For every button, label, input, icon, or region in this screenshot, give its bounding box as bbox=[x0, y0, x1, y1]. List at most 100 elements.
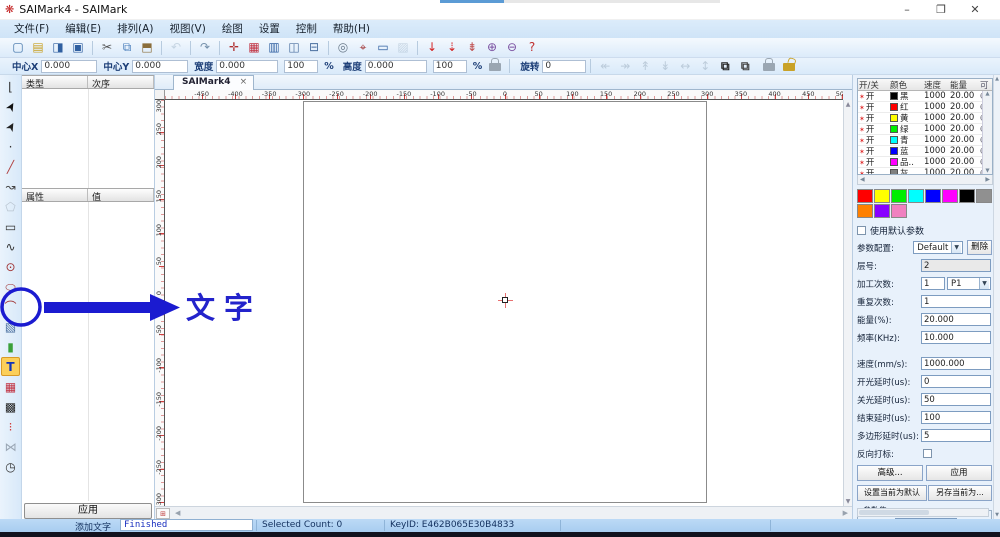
property-list[interactable] bbox=[22, 202, 154, 501]
frame-preview-icon[interactable]: ▭ bbox=[374, 39, 392, 56]
chevron-down-icon[interactable]: ▼ bbox=[951, 242, 961, 253]
scroll-right-icon[interactable]: ▶ bbox=[843, 509, 848, 517]
layer-color[interactable]: 红 bbox=[890, 102, 924, 113]
node-tool[interactable]: ⌊ bbox=[1, 77, 20, 96]
laser-off-delay-input[interactable] bbox=[921, 393, 991, 406]
table-row[interactable]: ✶开青100020.00◉ bbox=[858, 135, 992, 146]
palette-swatch[interactable] bbox=[976, 189, 992, 203]
menu-file[interactable]: 文件(F) bbox=[6, 20, 57, 38]
chevron-down-icon[interactable]: ▼ bbox=[979, 278, 989, 289]
minimize-button[interactable]: – bbox=[890, 0, 924, 20]
red-pointer-icon[interactable]: ⇟ bbox=[463, 39, 481, 56]
param-profile-select[interactable]: Default▼ bbox=[913, 241, 963, 254]
canvas-vertical-scrollbar[interactable]: ▲ ▼ bbox=[843, 100, 852, 506]
layer-color[interactable]: 蓝 bbox=[890, 146, 924, 157]
qrcode-tool[interactable]: ▩ bbox=[1, 397, 20, 416]
ellipse-tool[interactable]: ⬭ bbox=[1, 277, 20, 296]
save-as-button[interactable]: 另存当前为... bbox=[928, 485, 992, 501]
column-header[interactable]: 开/关 bbox=[858, 79, 890, 91]
polygon-delay-input[interactable] bbox=[921, 429, 991, 442]
repeat-count-input[interactable] bbox=[921, 295, 991, 308]
save-file-icon[interactable]: ◨ bbox=[49, 39, 67, 56]
column-header[interactable]: 可 bbox=[980, 79, 992, 91]
table-row[interactable]: ✶开红100020.00◉ bbox=[858, 102, 992, 113]
palette-swatch[interactable] bbox=[942, 189, 958, 203]
group-icon[interactable]: ⧉ bbox=[716, 58, 734, 75]
speed-mms-input[interactable] bbox=[921, 357, 991, 370]
restore-button[interactable]: ❐ bbox=[924, 0, 958, 20]
curve-tool[interactable]: ∿ bbox=[1, 237, 20, 256]
zoom-object-icon[interactable]: ◎ bbox=[334, 39, 352, 56]
aspect-lock-icon[interactable] bbox=[489, 63, 501, 71]
apply-button[interactable]: 应用 bbox=[926, 465, 992, 481]
param-profile-delete-button[interactable]: 删除 bbox=[967, 240, 992, 255]
scroll-up-icon[interactable]: ▲ bbox=[844, 101, 852, 108]
palette-swatch[interactable] bbox=[925, 189, 941, 203]
palette-swatch[interactable] bbox=[857, 189, 873, 203]
arc-tool[interactable]: ⌒ bbox=[1, 297, 20, 316]
layer-state[interactable]: ✶开 bbox=[858, 113, 890, 124]
palette-swatch[interactable] bbox=[959, 189, 975, 203]
reverse-mark-checkbox[interactable] bbox=[923, 449, 932, 458]
set-default-button[interactable]: 设置当前为默认 bbox=[857, 485, 927, 501]
barcode-tool[interactable]: ▮ bbox=[1, 337, 20, 356]
document-tab[interactable]: SAIMark4 × bbox=[173, 75, 254, 90]
scroll-up-icon[interactable]: ▲ bbox=[994, 76, 1000, 82]
rectangle-tool[interactable]: ▭ bbox=[1, 217, 20, 236]
canvas-horizontal-scrollbar[interactable]: ⊞ ◀ ▶ bbox=[155, 506, 852, 519]
layer-state[interactable]: ✶开 bbox=[858, 91, 890, 102]
tab-close-icon[interactable]: × bbox=[240, 77, 248, 87]
save-all-icon[interactable]: ▣ bbox=[69, 39, 87, 56]
ungroup-icon[interactable]: ⧉ bbox=[736, 58, 754, 75]
panel-vertical-scrollbar[interactable]: ▲ ▼ bbox=[993, 75, 1000, 519]
open-file-icon[interactable]: ▤ bbox=[29, 39, 47, 56]
table-row[interactable]: ✶开灰100020.00◉ bbox=[858, 168, 992, 175]
layer-color[interactable]: 绿 bbox=[890, 124, 924, 135]
ruler-settings-icon[interactable]: ⊞ bbox=[156, 508, 170, 519]
hatch-tool[interactable]: ▦ bbox=[1, 377, 20, 396]
column-header[interactable]: 速度 bbox=[924, 79, 950, 91]
menu-arrange[interactable]: 排列(A) bbox=[109, 20, 161, 38]
line-tool[interactable]: ╱ bbox=[1, 157, 20, 176]
layer-color[interactable]: 品.. bbox=[890, 157, 924, 168]
circle-tool[interactable]: ⊙ bbox=[1, 257, 20, 276]
column-header[interactable]: 能量 bbox=[950, 79, 980, 91]
table-row[interactable]: ✶开品..100020.00◉ bbox=[858, 157, 992, 168]
mark-param-icon[interactable]: ⇣ bbox=[443, 39, 461, 56]
array-copy-icon[interactable]: ▦ bbox=[245, 39, 263, 56]
table-row[interactable]: ✶开蓝100020.00◉ bbox=[858, 146, 992, 157]
menu-view[interactable]: 视图(V) bbox=[161, 20, 213, 38]
palette-swatch[interactable] bbox=[874, 189, 890, 203]
palette-swatch[interactable] bbox=[908, 189, 924, 203]
help-icon[interactable]: ? bbox=[523, 39, 541, 56]
redo-icon[interactable]: ↷ bbox=[196, 39, 214, 56]
status-light-tool[interactable]: ⁝ bbox=[1, 417, 20, 436]
lock-object-icon[interactable] bbox=[763, 63, 775, 71]
zoom-out-icon[interactable]: ⊖ bbox=[503, 39, 521, 56]
copy-icon[interactable]: ⧉ bbox=[118, 39, 136, 56]
advanced-button[interactable]: 高级... bbox=[857, 465, 923, 481]
mirror-vertical-icon[interactable]: ⊟ bbox=[305, 39, 323, 56]
layer-color[interactable]: 青 bbox=[890, 135, 924, 146]
layer-state[interactable]: ✶开 bbox=[858, 135, 890, 146]
table-row[interactable]: ✶开绿100020.00◉ bbox=[858, 124, 992, 135]
cut-icon[interactable]: ✂ bbox=[98, 39, 116, 56]
node-edit-icon[interactable]: ✛ bbox=[225, 39, 243, 56]
layer-state[interactable]: ✶开 bbox=[858, 157, 890, 168]
point-tool[interactable]: · bbox=[1, 137, 20, 156]
width-percent-input[interactable] bbox=[284, 60, 318, 73]
center-y-input[interactable] bbox=[132, 60, 188, 73]
column-header[interactable]: 颜色 bbox=[890, 79, 924, 91]
center-x-input[interactable] bbox=[41, 60, 97, 73]
rotate-input[interactable] bbox=[542, 60, 586, 73]
use-default-checkbox[interactable] bbox=[857, 226, 866, 235]
menu-edit[interactable]: 编辑(E) bbox=[57, 20, 109, 38]
palette-swatch[interactable] bbox=[891, 204, 907, 218]
table-row[interactable]: ✶开黄100020.00◉ bbox=[858, 113, 992, 124]
table-horizontal-scrollbar[interactable]: ◀▶ bbox=[857, 175, 993, 185]
layer-state[interactable]: ✶开 bbox=[858, 146, 890, 157]
layer-color[interactable]: 黄 bbox=[890, 113, 924, 124]
layer-state[interactable]: ✶开 bbox=[858, 168, 890, 175]
property-column-header[interactable]: 属性 bbox=[22, 189, 88, 201]
bitmap-tool[interactable]: ▧ bbox=[1, 317, 20, 336]
